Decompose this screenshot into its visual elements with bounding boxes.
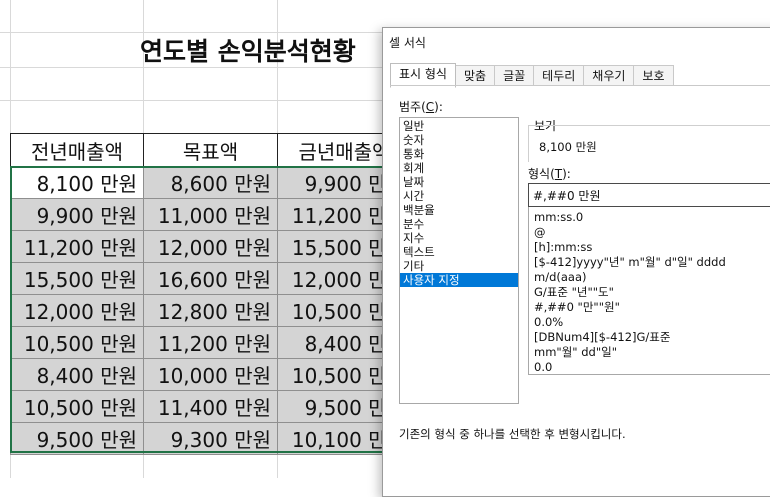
table-cell[interactable]: 12,000 만원 [143, 230, 278, 263]
format-list-item[interactable]: [DBNum4][$-412]G/표준 [529, 330, 770, 345]
tab-border[interactable]: 테두리 [534, 65, 585, 86]
table-row: 9,900 만원 11,000 만원 11,200 만원 [10, 198, 412, 231]
format-list-item[interactable]: [h]:mm:ss [529, 240, 770, 255]
format-list-item[interactable]: [$-412]yyyy"년" m"월" d"일" dddd [529, 255, 770, 270]
category-item[interactable]: 통화 [400, 147, 518, 161]
table-row: 10,500 만원 11,400 만원 9,500 만원 [10, 390, 412, 423]
table-row: 9,500 만원 9,300 만원 10,100 만원 [10, 422, 412, 455]
table-cell[interactable]: 15,500 만원 [10, 262, 144, 295]
table-cell[interactable]: 10,500 만원 [10, 326, 144, 359]
table-row: 12,000 만원 12,800 만원 10,500 만원 [10, 294, 412, 327]
table-cell[interactable]: 9,900 만원 [10, 198, 144, 231]
table-cell[interactable]: 12,000 만원 [10, 294, 144, 327]
category-item[interactable]: 숫자 [400, 133, 518, 147]
sample-group: 8,100 만원 [528, 125, 770, 162]
category-item[interactable]: 일반 [400, 119, 518, 133]
format-code-input[interactable] [528, 183, 770, 207]
dialog-tabs: 표시 형식 맞춤 글꼴 테두리 채우기 보호 [390, 63, 674, 88]
category-item[interactable]: 기타 [400, 259, 518, 273]
format-list-item[interactable]: mm:ss.0 [529, 210, 770, 225]
type-label-text: 형식 [528, 167, 551, 181]
table-cell[interactable]: 8,600 만원 [143, 166, 278, 199]
category-item[interactable]: 지수 [400, 231, 518, 245]
table-cell[interactable]: 10,000 만원 [143, 358, 278, 391]
tab-panel-border [390, 85, 770, 86]
type-hotkey: T [554, 167, 563, 181]
header-cell[interactable]: 목표액 [143, 133, 278, 167]
format-list-item[interactable]: mm"월" dd"일" [529, 345, 770, 360]
table-row: 10,500 만원 11,200 만원 8,400 만원 [10, 326, 412, 359]
table-cell[interactable]: 12,800 만원 [143, 294, 278, 327]
format-list-item[interactable]: 0.0 [529, 360, 770, 375]
tab-font[interactable]: 글꼴 [495, 65, 535, 86]
category-label-text: 범주 [399, 100, 422, 114]
category-item[interactable]: 텍스트 [400, 245, 518, 259]
format-list-item[interactable]: 0.0% [529, 315, 770, 330]
format-description: 기존의 형식 중 하나를 선택한 후 변형시킵니다. [399, 427, 626, 441]
table-cell[interactable]: 9,500 만원 [10, 422, 144, 455]
format-list[interactable]: mm:ss.0 @ [h]:mm:ss [$-412]yyyy"년" m"월" … [528, 207, 770, 375]
category-label: 범주(C): [399, 100, 443, 114]
category-list[interactable]: 일반 숫자 통화 회계 날짜 시간 백분율 분수 지수 텍스트 기타 사용자 지… [399, 117, 519, 404]
header-cell[interactable]: 전년매출액 [10, 133, 144, 167]
table-row: 15,500 만원 16,600 만원 12,000 만원 [10, 262, 412, 295]
table-cell[interactable]: 11,000 만원 [143, 198, 278, 231]
table-cell[interactable]: 16,600 만원 [143, 262, 278, 295]
tab-fill[interactable]: 채우기 [584, 65, 635, 86]
format-list-item[interactable]: @ [529, 225, 770, 240]
sheet-title: 연도별 손익분석현황 [140, 37, 356, 66]
table-cell-active[interactable]: 8,100 만원 [10, 166, 144, 199]
data-table-wrap: 전년매출액 목표액 금년매출액 8,100 만원 8,600 만원 9,900 … [10, 133, 412, 455]
tab-protection[interactable]: 보호 [634, 65, 674, 86]
table-cell[interactable]: 11,200 만원 [143, 326, 278, 359]
table-cell[interactable]: 11,200 만원 [10, 230, 144, 263]
table-cell[interactable]: 10,500 만원 [10, 390, 144, 423]
format-list-item[interactable]: #,##0 "만""원" [529, 300, 770, 315]
category-item[interactable]: 회계 [400, 161, 518, 175]
header-row: 전년매출액 목표액 금년매출액 [10, 133, 412, 167]
table-cell[interactable]: 11,400 만원 [143, 390, 278, 423]
table-cell[interactable]: 9,300 만원 [143, 422, 278, 455]
category-item[interactable]: 분수 [400, 217, 518, 231]
tab-alignment[interactable]: 맞춤 [455, 65, 496, 86]
table-row: 8,400 만원 10,000 만원 10,500 만원 [10, 358, 412, 391]
dialog-title: 셀 서식 [389, 36, 426, 50]
table-cell[interactable]: 8,400 만원 [10, 358, 144, 391]
type-label: 형식(T): [528, 167, 571, 181]
format-list-item[interactable]: m/d(aaa) [529, 270, 770, 285]
sample-value: 8,100 만원 [539, 140, 597, 154]
format-cells-dialog: 셀 서식 표시 형식 맞춤 글꼴 테두리 채우기 보호 범주(C): 일반 숫자… [382, 27, 770, 497]
table-row: 11,200 만원 12,000 만원 15,500 만원 [10, 230, 412, 263]
data-table: 전년매출액 목표액 금년매출액 8,100 만원 8,600 만원 9,900 … [10, 133, 412, 455]
table-row: 8,100 만원 8,600 만원 9,900 만원 [10, 166, 412, 199]
category-item[interactable]: 시간 [400, 189, 518, 203]
format-list-item[interactable]: G/표준 "년""도" [529, 285, 770, 300]
category-item[interactable]: 백분율 [400, 203, 518, 217]
category-item-selected[interactable]: 사용자 지정 [400, 273, 518, 287]
category-hotkey: C [425, 100, 435, 114]
category-item[interactable]: 날짜 [400, 175, 518, 189]
